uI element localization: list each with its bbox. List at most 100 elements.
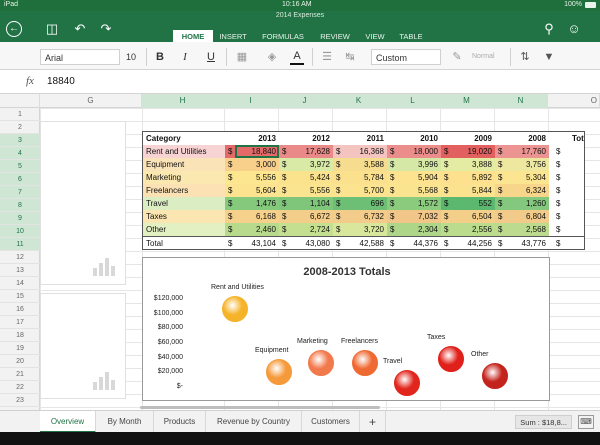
currency-cell[interactable]: $ [495, 223, 505, 236]
value-cell[interactable]: 6,168 [235, 210, 279, 223]
currency-cell[interactable]: $ [387, 145, 397, 158]
currency-cell[interactable]: $ [333, 184, 343, 197]
row-header[interactable]: 13 [0, 264, 40, 277]
row-header[interactable]: 3 [0, 134, 40, 147]
currency-cell[interactable]: $ [279, 184, 289, 197]
value-cell[interactable]: 3,000 [235, 158, 279, 171]
value-cell[interactable]: 17,628 [289, 145, 333, 158]
column-header-h[interactable]: H [142, 94, 224, 108]
value-cell[interactable]: 5,784 [343, 171, 387, 184]
value-cell[interactable]: 18,000 [397, 145, 441, 158]
italic-button[interactable]: I [178, 49, 192, 65]
column-header-g[interactable]: G [40, 94, 142, 108]
value-cell[interactable]: 3,972 [289, 158, 333, 171]
horizontal-scrollbar[interactable] [140, 406, 380, 409]
value-cell[interactable]: 44,256 [451, 237, 495, 250]
bubble-point[interactable] [222, 296, 248, 323]
row-header[interactable]: 21 [0, 368, 40, 381]
table-header-cell[interactable]: 2013 [225, 132, 279, 145]
currency-cell[interactable]: $ [279, 171, 289, 184]
borders-icon[interactable]: ▦ [235, 49, 249, 65]
sheet-tab-customers[interactable]: Customers [302, 411, 360, 433]
currency-cell[interactable]: $ [495, 184, 505, 197]
table-header-cell[interactable]: Category [143, 132, 225, 145]
currency-cell[interactable]: $ [553, 158, 569, 171]
sheet-tab-products[interactable]: Products [154, 411, 206, 433]
function-icon[interactable]: fx [26, 75, 34, 87]
value-cell[interactable]: 6,672 [289, 210, 333, 223]
row-label-cell[interactable]: Equipment [143, 158, 225, 171]
currency-cell[interactable]: $ [553, 237, 569, 250]
currency-cell[interactable]: $ [441, 171, 451, 184]
value-cell[interactable]: 3,756 [505, 158, 549, 171]
bubble-point[interactable] [266, 358, 292, 385]
row-header[interactable]: 19 [0, 342, 40, 355]
font-color-button[interactable]: A [290, 49, 304, 65]
wrap-icon[interactable]: ↹ [343, 49, 357, 65]
row-label-cell[interactable]: Other [143, 223, 225, 236]
column-header-m[interactable]: M [440, 94, 494, 108]
keyboard-icon[interactable]: ⌨ [578, 415, 594, 429]
table-header-cell[interactable]: 2011 [333, 132, 387, 145]
row-label-cell[interactable]: Rent and Utilities [143, 145, 225, 158]
value-cell[interactable]: 552 [451, 197, 495, 210]
currency-cell[interactable]: $ [387, 237, 397, 250]
value-cell[interactable]: 5,424 [289, 171, 333, 184]
currency-cell[interactable]: $ [333, 237, 343, 250]
currency-cell[interactable]: $ [225, 145, 235, 158]
currency-cell[interactable]: $ [225, 237, 235, 250]
row-header[interactable]: 11 [0, 238, 40, 251]
bubble-point[interactable] [394, 370, 420, 397]
currency-cell[interactable]: $ [553, 184, 569, 197]
sheet-tab-overview[interactable]: Overview [40, 411, 96, 433]
number-format-box[interactable]: Custom [371, 49, 441, 65]
add-user-icon[interactable]: ☺ [566, 21, 582, 37]
value-cell[interactable]: 5,304 [505, 171, 549, 184]
value-cell[interactable]: 2,304 [397, 223, 441, 236]
select-all-corner[interactable] [0, 94, 40, 108]
row-header[interactable]: 15 [0, 290, 40, 303]
currency-cell[interactable]: $ [333, 158, 343, 171]
currency-cell[interactable]: $ [495, 237, 505, 250]
currency-cell[interactable]: $ [387, 184, 397, 197]
value-cell[interactable]: 2,724 [289, 223, 333, 236]
font-size-box[interactable]: 10 [126, 49, 142, 65]
row-header[interactable]: 1 [0, 108, 40, 121]
currency-cell[interactable]: $ [225, 223, 235, 236]
currency-cell[interactable]: $ [387, 197, 397, 210]
value-cell[interactable]: 42,588 [343, 237, 387, 250]
value-cell[interactable]: 3,888 [451, 158, 495, 171]
currency-cell[interactable]: $ [553, 223, 569, 236]
value-cell[interactable]: 3,996 [397, 158, 441, 171]
value-cell[interactable]: 44,376 [397, 237, 441, 250]
currency-cell[interactable]: $ [553, 210, 569, 223]
redo-icon[interactable]: ↷ [98, 21, 114, 37]
value-cell[interactable]: 5,700 [343, 184, 387, 197]
row-header[interactable]: 7 [0, 186, 40, 199]
currency-cell[interactable]: $ [333, 171, 343, 184]
formula-input[interactable]: 18840 [47, 76, 75, 87]
value-cell[interactable]: 2,568 [505, 223, 549, 236]
currency-cell[interactable]: $ [279, 210, 289, 223]
expenses-table[interactable]: Category 2013 2012 2011 2010 2009 2008 T… [142, 131, 585, 250]
currency-cell[interactable]: $ [387, 171, 397, 184]
value-cell[interactable]: 5,556 [289, 184, 333, 197]
add-sheet-button[interactable]: + [360, 411, 386, 433]
value-cell[interactable]: 5,604 [235, 184, 279, 197]
currency-cell[interactable]: $ [387, 223, 397, 236]
currency-cell[interactable]: $ [333, 223, 343, 236]
currency-cell[interactable]: $ [279, 223, 289, 236]
currency-cell[interactable]: $ [441, 184, 451, 197]
row-header[interactable]: 9 [0, 212, 40, 225]
value-cell[interactable]: 5,892 [451, 171, 495, 184]
currency-cell[interactable]: $ [333, 210, 343, 223]
value-cell[interactable]: 43,104 [235, 237, 279, 250]
currency-cell[interactable]: $ [441, 145, 451, 158]
value-cell[interactable]: 6,504 [451, 210, 495, 223]
value-cell[interactable]: 6,804 [505, 210, 549, 223]
currency-cell[interactable]: $ [279, 197, 289, 210]
currency-cell[interactable]: $ [225, 171, 235, 184]
cell-style-icon[interactable]: ✎ [450, 49, 464, 65]
back-icon[interactable]: ← [6, 21, 22, 37]
currency-cell[interactable]: $ [441, 197, 451, 210]
